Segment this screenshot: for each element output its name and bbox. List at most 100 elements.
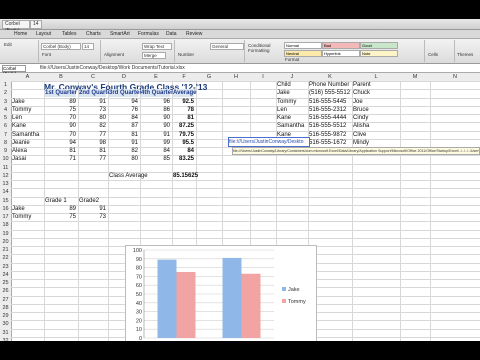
contact-child[interactable]: Jake — [277, 89, 306, 97]
hyperlink-cell[interactable]: file:///Users/JustinConway/Deskto — [228, 137, 310, 147]
grade-cell[interactable]: 87 — [109, 122, 138, 130]
contact-phone[interactable]: 516-555-5512 — [309, 122, 350, 130]
quarter-header[interactable]: Average — [173, 89, 196, 98]
row-header[interactable]: 28 — [0, 304, 11, 312]
column-header[interactable]: F — [172, 73, 196, 81]
tab-review[interactable]: Review — [186, 31, 202, 37]
column-header[interactable]: N — [430, 73, 480, 81]
student-name[interactable]: Len — [12, 114, 42, 122]
average-cell[interactable]: 87.25 — [173, 122, 194, 130]
row-header[interactable]: 29 — [0, 312, 11, 320]
row-header[interactable]: 12 — [0, 172, 11, 180]
row-header[interactable]: 23 — [0, 263, 11, 271]
contact-parent[interactable]: Alisha — [353, 122, 398, 130]
column-header[interactable]: A — [11, 73, 44, 81]
grade-cell[interactable]: 77 — [79, 131, 106, 139]
row-header[interactable]: 22 — [0, 254, 11, 262]
wrap-text-button[interactable]: Wrap Text — [142, 43, 172, 50]
tab-data[interactable]: Data — [166, 31, 177, 37]
grade-cell[interactable]: 80 — [79, 114, 106, 122]
quarter-header[interactable]: 4th Quarter — [141, 89, 173, 98]
contact-phone[interactable]: 516-555-1672 — [309, 139, 350, 147]
grade-cell[interactable]: 81 — [79, 147, 106, 155]
grade-cell[interactable]: 70 — [45, 114, 76, 122]
contact-child[interactable]: Len — [277, 106, 306, 114]
row-header[interactable]: 15 — [0, 197, 11, 205]
row-header[interactable]: 17 — [0, 213, 11, 221]
grade-cell[interactable]: 70 — [45, 131, 76, 139]
row-header[interactable]: 2 — [0, 89, 11, 97]
contact-parent[interactable]: Clive — [353, 131, 398, 139]
grade-header[interactable]: Grade2 — [79, 197, 106, 205]
font-size-box[interactable]: 14 — [30, 20, 42, 29]
contact-child[interactable]: Tommy — [277, 98, 306, 106]
grade-cell[interactable]: 86 — [141, 106, 170, 114]
column-header[interactable]: B — [44, 73, 78, 81]
grade-cell[interactable]: 90 — [141, 114, 170, 122]
row-header[interactable]: 10 — [0, 155, 11, 163]
row-header[interactable]: 30 — [0, 320, 11, 328]
student-name[interactable]: Tommy — [12, 106, 42, 114]
grade-cell[interactable]: 82 — [109, 147, 138, 155]
contact-parent[interactable]: Joe — [353, 98, 398, 106]
contact-phone[interactable]: (516) 555-5512 — [309, 89, 350, 97]
contact-parent[interactable]: Mindy — [353, 139, 398, 147]
row-header[interactable]: 21 — [0, 246, 11, 254]
contact-parent[interactable]: Cindy — [353, 114, 398, 122]
grade-cell[interactable]: 96 — [141, 98, 170, 106]
row-header[interactable]: 16 — [0, 205, 11, 213]
grade-cell[interactable]: 71 — [45, 155, 76, 163]
grade-cell[interactable]: 90 — [141, 122, 170, 130]
tab-home[interactable]: Home — [14, 31, 27, 37]
row-header[interactable]: 9 — [0, 147, 11, 155]
student-name[interactable]: Jake — [12, 98, 42, 106]
class-average-label[interactable]: Class Average — [109, 172, 169, 180]
grade-cell[interactable]: 81 — [109, 131, 138, 139]
average-cell[interactable]: 81 — [173, 114, 194, 122]
style-bad[interactable]: Bad — [322, 42, 360, 49]
contact-phone[interactable]: 516-555-9872 — [309, 131, 350, 139]
bar-tommy-0[interactable] — [176, 272, 196, 338]
style-note[interactable]: Note — [360, 50, 398, 57]
grade-cell[interactable]: 94 — [109, 98, 138, 106]
bar-tommy-1[interactable] — [241, 273, 261, 338]
row-header[interactable]: 24 — [0, 271, 11, 279]
grade-cell[interactable]: 94 — [45, 139, 76, 147]
contact-parent[interactable]: Chuck — [353, 89, 398, 97]
column-header[interactable]: L — [352, 73, 400, 81]
formula-input[interactable]: file:///Users/JustinConway/Desktop/Work … — [40, 65, 185, 71]
tab-tables[interactable]: Tables — [62, 31, 76, 37]
column-header[interactable]: M — [400, 73, 430, 81]
average-cell[interactable]: 84 — [173, 147, 194, 155]
grade-cell[interactable]: 73 — [79, 213, 106, 221]
bar-jake-0[interactable] — [157, 259, 177, 338]
bar-jake-1[interactable] — [222, 257, 242, 338]
tab-formulas[interactable]: Formulas — [138, 31, 159, 37]
column-header[interactable]: D — [108, 73, 140, 81]
quarter-header[interactable]: 3rd Quarter — [109, 89, 142, 98]
row-header[interactable]: 31 — [0, 329, 11, 337]
style-normal[interactable]: Normal — [284, 42, 322, 49]
average-cell[interactable]: 78 — [173, 106, 194, 114]
contact-child[interactable]: Kane — [277, 114, 306, 122]
column-header[interactable]: E — [140, 73, 172, 81]
row-header[interactable]: 26 — [0, 287, 11, 295]
column-header[interactable]: J — [276, 73, 308, 81]
contact-parent[interactable]: Bruce — [353, 106, 398, 114]
style-neutral[interactable]: Neutral — [284, 50, 322, 57]
grade-cell[interactable]: 91 — [79, 205, 106, 213]
contact-phone[interactable]: 516-555-4444 — [309, 114, 350, 122]
grade-bar-chart[interactable]: 0 10 20 30 40 50 60 70 80 90 100 Jake Tommy — [125, 245, 317, 341]
student-name[interactable]: Kane — [12, 122, 42, 130]
grade-cell[interactable]: 89 — [45, 98, 76, 106]
class-average-value[interactable]: 85.15625 — [173, 172, 213, 180]
row-header[interactable]: 13 — [0, 180, 11, 188]
row-header[interactable]: 7 — [0, 131, 11, 139]
contact-phone[interactable]: 516-555-2312 — [309, 106, 350, 114]
row-header[interactable]: 25 — [0, 279, 11, 287]
student-name[interactable]: Alexa — [12, 147, 42, 155]
grade-cell[interactable]: 85 — [141, 155, 170, 163]
grade-cell[interactable]: 89 — [45, 205, 76, 213]
grade-cell[interactable]: 91 — [109, 139, 138, 147]
quarter-header[interactable]: 2nd Quarter — [79, 89, 113, 98]
